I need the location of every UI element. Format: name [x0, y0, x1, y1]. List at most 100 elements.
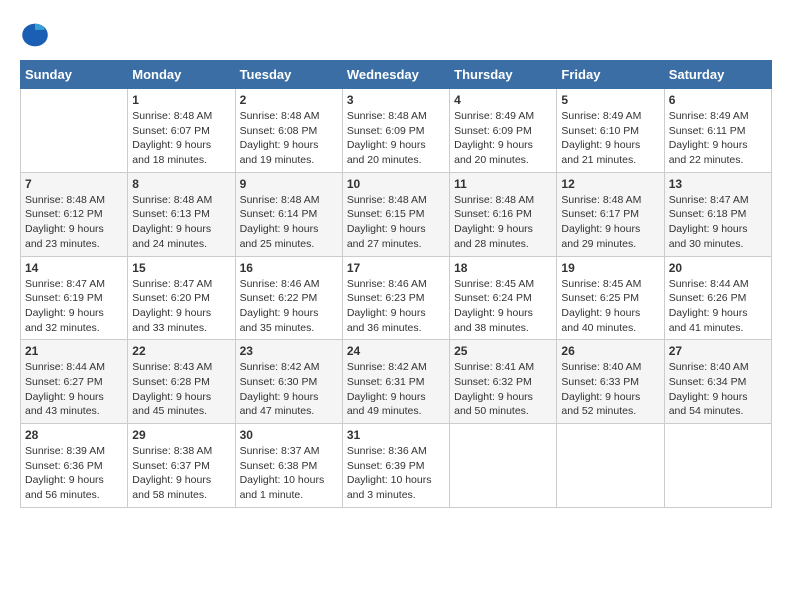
- calendar-cell: 31Sunrise: 8:36 AMSunset: 6:39 PMDayligh…: [342, 424, 449, 508]
- day-info: Sunrise: 8:38 AMSunset: 6:37 PMDaylight:…: [132, 444, 230, 503]
- calendar-cell: 4 Sunrise: 8:49 AMSunset: 6:09 PMDaylight…: [450, 89, 557, 173]
- day-info: Sunrise: 8:40 AMSunset: 6:33 PMDaylight:…: [561, 360, 659, 419]
- day-number: 29: [132, 428, 230, 442]
- calendar-cell: [664, 424, 771, 508]
- calendar-cell: 5 Sunrise: 8:49 AMSunset: 6:10 PMDaylight…: [557, 89, 664, 173]
- calendar-table: SundayMondayTuesdayWednesdayThursdayFrid…: [20, 60, 772, 508]
- calendar-cell: 9Sunrise: 8:48 AMSunset: 6:14 PMDaylight…: [235, 172, 342, 256]
- calendar-cell: 11 Sunrise: 8:48 AMSunset: 6:16 PMDayligh…: [450, 172, 557, 256]
- day-info: Sunrise: 8:45 AMSunset: 6:25 PMDaylight:…: [561, 277, 659, 336]
- calendar-cell: 12Sunrise: 8:48 AMSunset: 6:17 PMDayligh…: [557, 172, 664, 256]
- day-number: 15: [132, 261, 230, 275]
- calendar-cell: [21, 89, 128, 173]
- day-number: 18: [454, 261, 552, 275]
- day-info: Sunrise: 8:48 AMSunset: 6:14 PMDaylight:…: [240, 193, 338, 252]
- day-number: 16: [240, 261, 338, 275]
- day-number: 22: [132, 344, 230, 358]
- day-number: 26: [561, 344, 659, 358]
- day-info: Sunrise: 8:37 AMSunset: 6:38 PMDaylight:…: [240, 444, 338, 503]
- day-number: 7: [25, 177, 123, 191]
- day-number: 1: [132, 93, 230, 107]
- calendar-cell: 19 Sunrise: 8:45 AMSunset: 6:25 PMDayligh…: [557, 256, 664, 340]
- calendar-cell: 13 Sunrise: 8:47 AMSunset: 6:18 PMDayligh…: [664, 172, 771, 256]
- day-info: Sunrise: 8:47 AMSunset: 6:20 PMDaylight:…: [132, 277, 230, 336]
- day-info: Sunrise: 8:46 AMSunset: 6:22 PMDaylight:…: [240, 277, 338, 336]
- week-row-4: 21 Sunrise: 8:44 AMSunset: 6:27 PMDayligh…: [21, 340, 772, 424]
- day-info: Sunrise: 8:49 AMSunset: 6:09 PMDaylight:…: [454, 109, 552, 168]
- day-info: Sunrise: 8:44 AMSunset: 6:26 PMDaylight:…: [669, 277, 767, 336]
- calendar-cell: 14Sunrise: 8:47 AMSunset: 6:19 PMDayligh…: [21, 256, 128, 340]
- day-info: Sunrise: 8:42 AMSunset: 6:30 PMDaylight:…: [240, 360, 338, 419]
- calendar-cell: 21 Sunrise: 8:44 AMSunset: 6:27 PMDayligh…: [21, 340, 128, 424]
- week-row-2: 7 Sunrise: 8:48 AMSunset: 6:12 PMDaylight…: [21, 172, 772, 256]
- day-number: 21: [25, 344, 123, 358]
- day-info: Sunrise: 8:45 AMSunset: 6:24 PMDaylight:…: [454, 277, 552, 336]
- day-info: Sunrise: 8:41 AMSunset: 6:32 PMDaylight:…: [454, 360, 552, 419]
- calendar-cell: 6 Sunrise: 8:49 AMSunset: 6:11 PMDaylight…: [664, 89, 771, 173]
- day-info: Sunrise: 8:39 AMSunset: 6:36 PMDaylight:…: [25, 444, 123, 503]
- calendar-cell: 27 Sunrise: 8:40 AMSunset: 6:34 PMDayligh…: [664, 340, 771, 424]
- day-info: Sunrise: 8:44 AMSunset: 6:27 PMDaylight:…: [25, 360, 123, 419]
- calendar-cell: 3 Sunrise: 8:48 AMSunset: 6:09 PMDaylight…: [342, 89, 449, 173]
- day-number: 10: [347, 177, 445, 191]
- day-number: 11: [454, 177, 552, 191]
- day-number: 3: [347, 93, 445, 107]
- day-info: Sunrise: 8:48 AMSunset: 6:17 PMDaylight:…: [561, 193, 659, 252]
- day-number: 30: [240, 428, 338, 442]
- day-number: 25: [454, 344, 552, 358]
- day-number: 27: [669, 344, 767, 358]
- calendar-cell: 25 Sunrise: 8:41 AMSunset: 6:32 PMDayligh…: [450, 340, 557, 424]
- day-info: Sunrise: 8:48 AMSunset: 6:12 PMDaylight:…: [25, 193, 123, 252]
- day-number: 23: [240, 344, 338, 358]
- calendar-cell: 1 Sunrise: 8:48 AMSunset: 6:07 PMDaylight…: [128, 89, 235, 173]
- day-number: 19: [561, 261, 659, 275]
- day-number: 6: [669, 93, 767, 107]
- day-info: Sunrise: 8:46 AMSunset: 6:23 PMDaylight:…: [347, 277, 445, 336]
- day-header-monday: Monday: [128, 61, 235, 89]
- calendar-cell: 7 Sunrise: 8:48 AMSunset: 6:12 PMDaylight…: [21, 172, 128, 256]
- calendar-cell: 10Sunrise: 8:48 AMSunset: 6:15 PMDayligh…: [342, 172, 449, 256]
- day-header-friday: Friday: [557, 61, 664, 89]
- day-info: Sunrise: 8:48 AMSunset: 6:13 PMDaylight:…: [132, 193, 230, 252]
- calendar-cell: 22Sunrise: 8:43 AMSunset: 6:28 PMDayligh…: [128, 340, 235, 424]
- day-info: Sunrise: 8:40 AMSunset: 6:34 PMDaylight:…: [669, 360, 767, 419]
- header: [20, 20, 772, 50]
- day-header-sunday: Sunday: [21, 61, 128, 89]
- day-header-tuesday: Tuesday: [235, 61, 342, 89]
- day-header-saturday: Saturday: [664, 61, 771, 89]
- day-number: 13: [669, 177, 767, 191]
- calendar-cell: 2 Sunrise: 8:48 AMSunset: 6:08 PMDaylight…: [235, 89, 342, 173]
- calendar-cell: 23 Sunrise: 8:42 AMSunset: 6:30 PMDayligh…: [235, 340, 342, 424]
- day-number: 14: [25, 261, 123, 275]
- day-info: Sunrise: 8:36 AMSunset: 6:39 PMDaylight:…: [347, 444, 445, 503]
- logo: [20, 20, 54, 50]
- day-header-wednesday: Wednesday: [342, 61, 449, 89]
- day-info: Sunrise: 8:42 AMSunset: 6:31 PMDaylight:…: [347, 360, 445, 419]
- calendar-cell: 20 Sunrise: 8:44 AMSunset: 6:26 PMDayligh…: [664, 256, 771, 340]
- day-info: Sunrise: 8:48 AMSunset: 6:09 PMDaylight:…: [347, 109, 445, 168]
- day-number: 20: [669, 261, 767, 275]
- calendar-header-row: SundayMondayTuesdayWednesdayThursdayFrid…: [21, 61, 772, 89]
- day-number: 5: [561, 93, 659, 107]
- calendar-cell: 17 Sunrise: 8:46 AMSunset: 6:23 PMDayligh…: [342, 256, 449, 340]
- day-info: Sunrise: 8:49 AMSunset: 6:10 PMDaylight:…: [561, 109, 659, 168]
- week-row-5: 28Sunrise: 8:39 AMSunset: 6:36 PMDayligh…: [21, 424, 772, 508]
- calendar-cell: 15 Sunrise: 8:47 AMSunset: 6:20 PMDayligh…: [128, 256, 235, 340]
- day-number: 4: [454, 93, 552, 107]
- calendar-cell: 16 Sunrise: 8:46 AMSunset: 6:22 PMDayligh…: [235, 256, 342, 340]
- day-info: Sunrise: 8:48 AMSunset: 6:08 PMDaylight:…: [240, 109, 338, 168]
- day-number: 8: [132, 177, 230, 191]
- day-number: 2: [240, 93, 338, 107]
- calendar-cell: 24Sunrise: 8:42 AMSunset: 6:31 PMDayligh…: [342, 340, 449, 424]
- day-info: Sunrise: 8:48 AMSunset: 6:16 PMDaylight:…: [454, 193, 552, 252]
- day-header-thursday: Thursday: [450, 61, 557, 89]
- day-number: 17: [347, 261, 445, 275]
- day-info: Sunrise: 8:47 AMSunset: 6:18 PMDaylight:…: [669, 193, 767, 252]
- day-info: Sunrise: 8:49 AMSunset: 6:11 PMDaylight:…: [669, 109, 767, 168]
- week-row-1: 1 Sunrise: 8:48 AMSunset: 6:07 PMDaylight…: [21, 89, 772, 173]
- logo-icon: [20, 20, 50, 50]
- day-info: Sunrise: 8:48 AMSunset: 6:07 PMDaylight:…: [132, 109, 230, 168]
- week-row-3: 14Sunrise: 8:47 AMSunset: 6:19 PMDayligh…: [21, 256, 772, 340]
- calendar-cell: 28Sunrise: 8:39 AMSunset: 6:36 PMDayligh…: [21, 424, 128, 508]
- calendar-cell: 29 Sunrise: 8:38 AMSunset: 6:37 PMDayligh…: [128, 424, 235, 508]
